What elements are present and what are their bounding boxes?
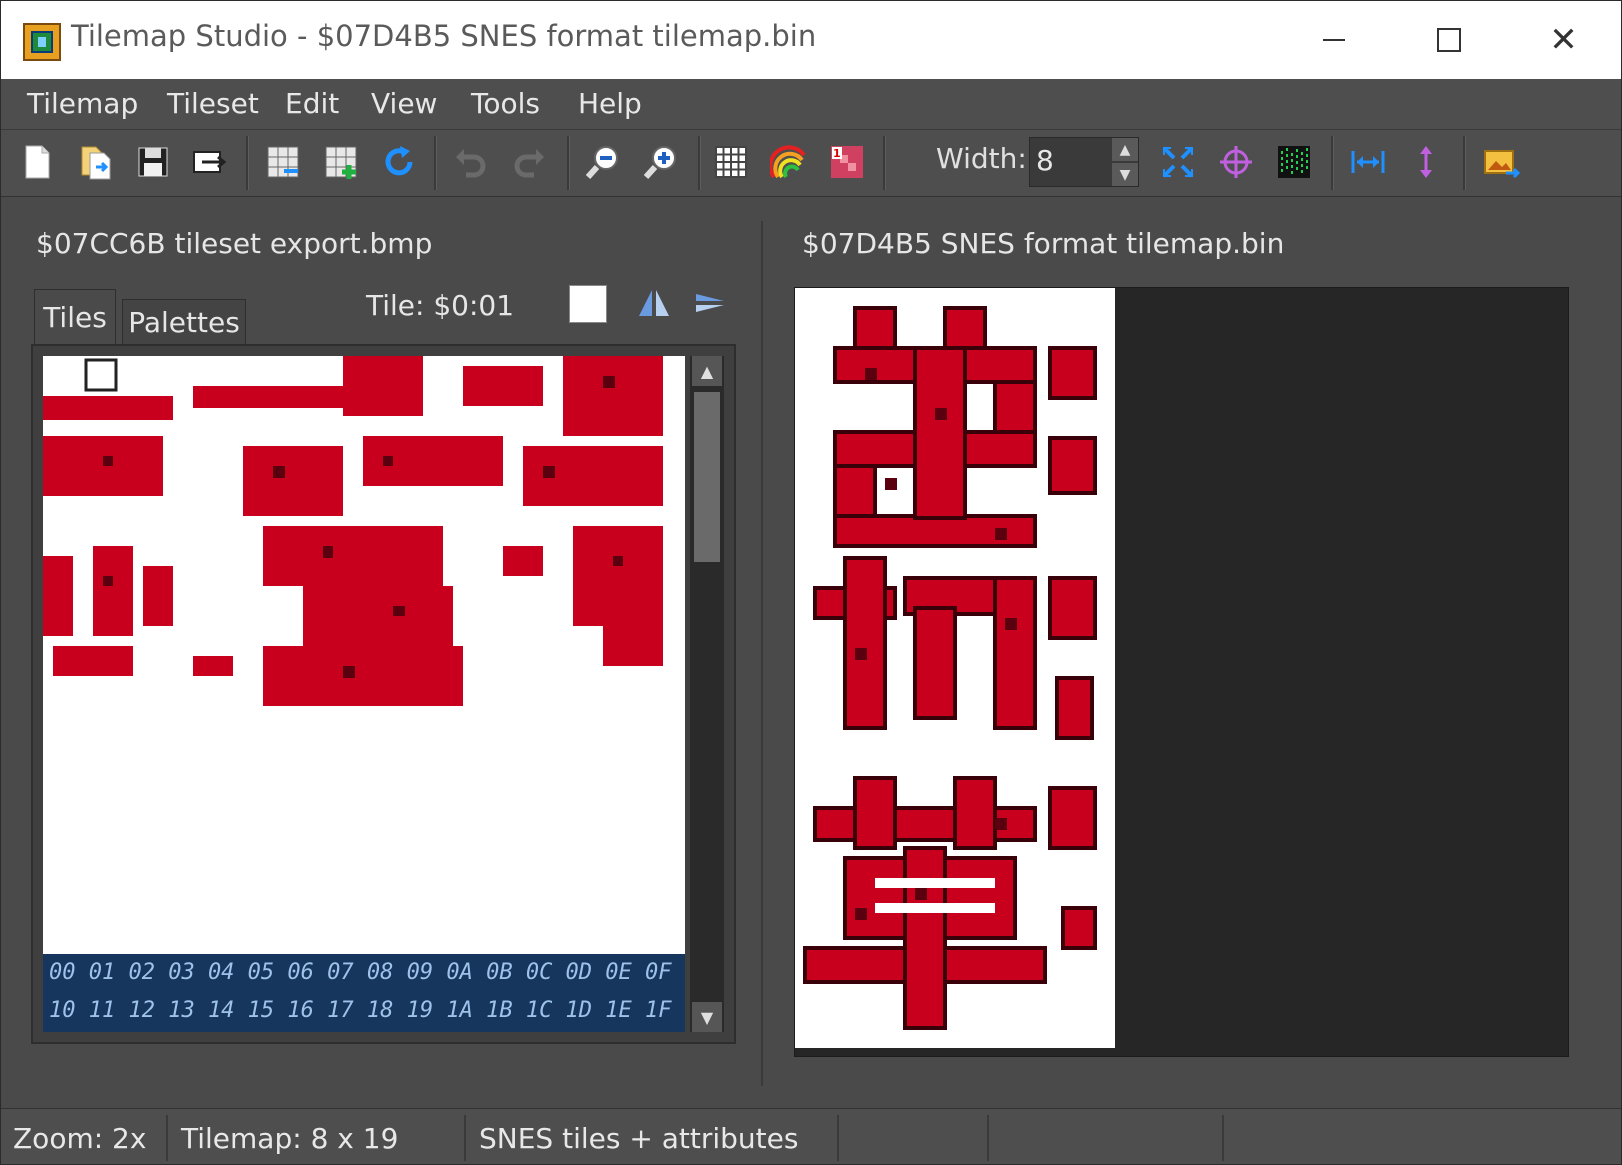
toolbar-separator xyxy=(1331,136,1334,190)
minimize-button[interactable] xyxy=(1276,1,1391,79)
new-file-icon[interactable] xyxy=(17,142,57,182)
flip-horizontal-icon[interactable] xyxy=(1348,142,1388,182)
priority-icon[interactable] xyxy=(1274,142,1314,182)
maximize-icon xyxy=(1436,28,1461,52)
grid-icon[interactable] xyxy=(711,142,751,182)
tileset-frame: 00 01 02 03 04 05 06 07 08 09 0A 0B 0C 0… xyxy=(31,344,736,1044)
tileset-title: $07CC6B tileset export.bmp xyxy=(36,227,433,260)
flip-y-icon[interactable] xyxy=(689,283,729,323)
reload-icon[interactable] xyxy=(379,142,419,182)
width-value[interactable]: 8 xyxy=(1036,144,1054,177)
maximize-button[interactable] xyxy=(1391,1,1506,79)
status-empty-3 xyxy=(1227,1115,1619,1161)
svg-text:1: 1 xyxy=(833,147,841,160)
flip-x-icon[interactable] xyxy=(634,283,674,323)
close-button[interactable]: ✕ xyxy=(1506,1,1621,79)
tilemap-canvas[interactable] xyxy=(795,288,1115,1048)
panel-splitter[interactable] xyxy=(761,221,763,1086)
scroll-down-icon[interactable]: ▼ xyxy=(692,1002,722,1032)
hex-row-1: 10 11 12 13 14 15 16 17 18 19 1A 1B 1C 1… xyxy=(49,998,672,1023)
tab-tiles[interactable]: Tiles xyxy=(34,289,116,345)
flip-vertical-icon[interactable] xyxy=(1406,142,1446,182)
scroll-up-icon[interactable]: ▲ xyxy=(692,356,722,386)
redo-icon[interactable] xyxy=(509,142,549,182)
tilemap-title: $07D4B5 SNES format tilemap.bin xyxy=(802,227,1285,260)
toolbar-separator xyxy=(246,136,249,190)
add-tileset-icon[interactable] xyxy=(321,142,361,182)
window-title: Tilemap Studio - $07D4B5 SNES format til… xyxy=(71,19,817,53)
scroll-thumb[interactable] xyxy=(694,392,720,562)
width-label: Width: xyxy=(936,142,1027,175)
export-icon[interactable] xyxy=(189,142,229,182)
rainbow-icon[interactable] xyxy=(769,142,809,182)
minimize-icon xyxy=(1322,39,1345,41)
save-icon[interactable] xyxy=(133,142,173,182)
status-empty-1 xyxy=(842,1115,989,1161)
app-window: Tilemap Studio - $07D4B5 SNES format til… xyxy=(0,0,1622,1165)
tileset-panel: $07CC6B tileset export.bmp Tiles Palette… xyxy=(1,197,756,1107)
tile-index-grid: 00 01 02 03 04 05 06 07 08 09 0A 0B 0C 0… xyxy=(43,954,685,1032)
status-format: SNES tiles + attributes xyxy=(469,1115,839,1161)
toolbar-separator xyxy=(567,136,570,190)
selected-tile-label: Tile: $0:01 xyxy=(366,289,515,322)
tileset-scrollbar[interactable]: ▲ ▼ xyxy=(690,356,724,1032)
tilemap-studio-icon xyxy=(23,23,61,61)
status-empty-2 xyxy=(992,1115,1224,1161)
tilemap-image xyxy=(803,306,1097,1030)
spin-up-icon[interactable]: ▲ xyxy=(1112,138,1138,161)
tab-palettes[interactable]: Palettes xyxy=(122,299,246,345)
toolbar: 1 Width: 8 ▲ ▼ xyxy=(1,130,1621,197)
zoom-in-icon[interactable] xyxy=(641,142,681,182)
undo-icon[interactable] xyxy=(451,142,491,182)
tileset-canvas[interactable]: 00 01 02 03 04 05 06 07 08 09 0A 0B 0C 0… xyxy=(43,356,685,1032)
menu-help[interactable]: Help xyxy=(578,87,642,120)
menu-tools[interactable]: Tools xyxy=(471,87,540,120)
menu-tilemap[interactable]: Tilemap xyxy=(27,87,138,120)
menu-tileset[interactable]: Tileset xyxy=(167,87,259,120)
close-icon: ✕ xyxy=(1549,20,1578,60)
tile-id-icon[interactable]: 1 xyxy=(827,142,867,182)
tileset-tiles-image xyxy=(43,356,663,706)
hex-row-0: 00 01 02 03 04 05 06 07 08 09 0A 0B 0C 0… xyxy=(49,960,672,985)
zoom-out-icon[interactable] xyxy=(583,142,623,182)
palette-swatch[interactable] xyxy=(569,285,607,323)
toolbar-separator xyxy=(434,136,437,190)
menu-view[interactable]: View xyxy=(371,87,437,120)
toolbar-separator xyxy=(1463,136,1466,190)
status-bar: Zoom: 2x Tilemap: 8 x 19 SNES tiles + at… xyxy=(1,1108,1621,1164)
image-export-icon[interactable] xyxy=(1481,142,1521,182)
tilemap-frame xyxy=(794,287,1569,1057)
resize-icon[interactable] xyxy=(1158,142,1198,182)
load-tileset-icon[interactable] xyxy=(263,142,303,182)
center-icon[interactable] xyxy=(1216,142,1256,182)
spin-down-icon[interactable]: ▼ xyxy=(1112,163,1138,186)
menu-bar: Tilemap Tileset Edit View Tools Help xyxy=(1,79,1621,130)
toolbar-separator xyxy=(883,136,886,190)
title-bar: Tilemap Studio - $07D4B5 SNES format til… xyxy=(1,1,1621,79)
menu-edit[interactable]: Edit xyxy=(285,87,339,120)
toolbar-separator xyxy=(698,136,701,190)
status-zoom: Zoom: 2x xyxy=(3,1115,168,1161)
open-file-icon[interactable] xyxy=(75,142,115,182)
status-tilemap-size: Tilemap: 8 x 19 xyxy=(171,1115,466,1161)
width-spinbox[interactable]: 8 ▲ ▼ xyxy=(1029,137,1139,187)
tilemap-panel: $07D4B5 SNES format tilemap.bin xyxy=(766,197,1621,1107)
